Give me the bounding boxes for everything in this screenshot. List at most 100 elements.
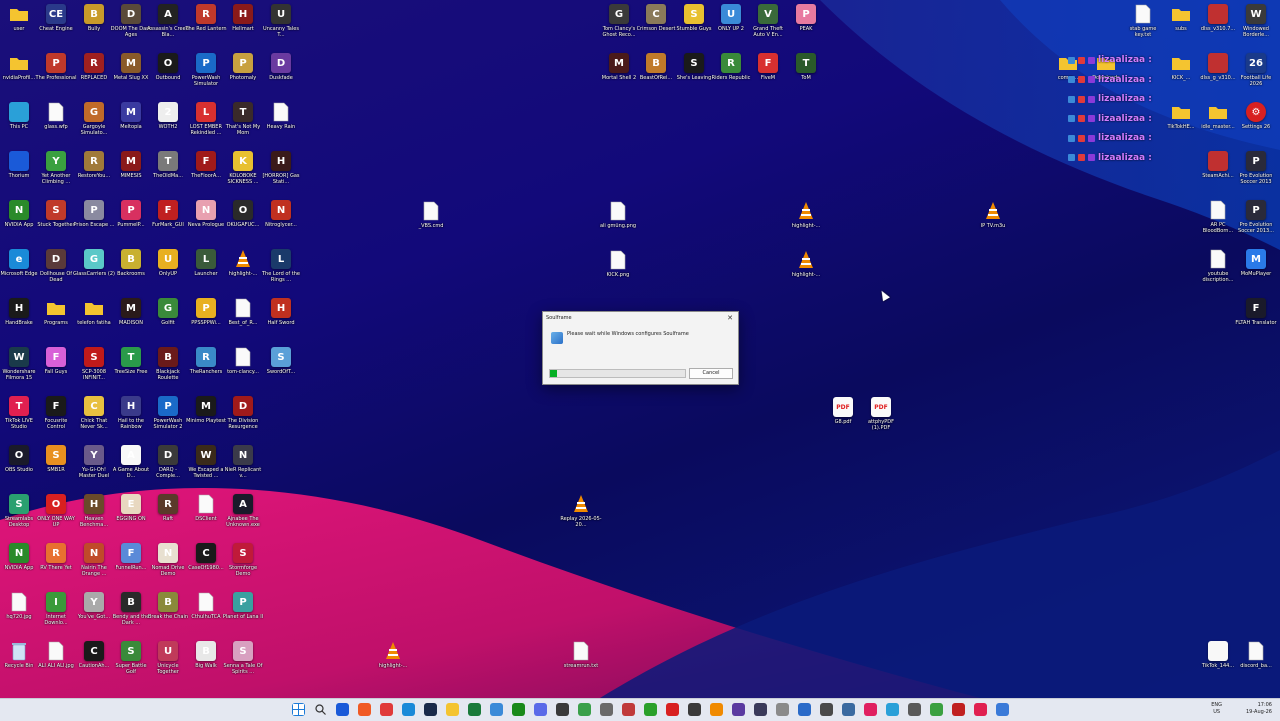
desktop-icon[interactable]: B BeastOfRei...: [637, 53, 675, 103]
desktop-icon[interactable]: Thorium: [0, 151, 38, 201]
installer-icon[interactable]: [996, 703, 1009, 716]
desktop-icon[interactable]: U Unicycle Together: [149, 641, 187, 691]
desktop-icon[interactable]: S Stormforge Demo: [224, 543, 262, 593]
desktop-icon[interactable]: N NieR Replicant v...: [224, 445, 262, 495]
desktop-icon[interactable]: CE Cheat Engine: [37, 4, 75, 54]
desktop-icon[interactable]: M Minimo Playtest: [186, 396, 226, 446]
desktop-icon[interactable]: W Wondershare Filmora 15: [0, 347, 38, 397]
desktop-icon[interactable]: C Chick That Never Sk...: [75, 396, 113, 446]
desktop-icon[interactable]: R RV There Yet: [37, 543, 75, 593]
desktop-icon[interactable]: R TheRanchers: [187, 347, 225, 397]
app-icon[interactable]: [600, 703, 613, 716]
desktop-icon[interactable]: subs: [1162, 4, 1200, 54]
desktop-icon[interactable]: L LOST EMBER Rekindled ...: [187, 102, 225, 152]
xbox-icon[interactable]: [512, 703, 525, 716]
desktop-icon[interactable]: highlight-...: [787, 201, 825, 251]
discord-icon[interactable]: [534, 703, 547, 716]
thorium-icon[interactable]: [336, 703, 349, 716]
close-icon[interactable]: ✕: [722, 312, 738, 324]
desktop-icon[interactable]: N Nairin The Orange ...: [75, 543, 113, 593]
desktop-icon[interactable]: S Super Battle Golf: [112, 641, 150, 691]
desktop-icon[interactable]: Y Yu-Gi-Oh! Master Duel: [75, 445, 113, 495]
desktop-icon[interactable]: DSClient: [187, 494, 225, 544]
desktop-icon[interactable]: highlight-...: [787, 250, 825, 300]
desktop-icon[interactable]: F Focusrite Control: [37, 396, 75, 446]
desktop-icon[interactable]: T ToM: [787, 53, 825, 103]
desktop-icon[interactable]: B Break the Chain: [148, 592, 188, 642]
desktop-icon[interactable]: P PowerWash Simulator 2: [149, 396, 187, 446]
app-icon[interactable]: [754, 703, 767, 716]
app-icon[interactable]: [908, 703, 921, 716]
desktop-icon[interactable]: Y You've_Got...: [75, 592, 113, 642]
desktop-icon[interactable]: T TheOldMa...: [149, 151, 187, 201]
desktop-icon[interactable]: F TheFloorA...: [187, 151, 225, 201]
desktop-icon[interactable]: U Uncanny Tales T...: [262, 4, 300, 54]
brave-icon[interactable]: [358, 703, 371, 716]
app-icon[interactable]: [886, 703, 899, 716]
desktop-icon[interactable]: A Assassin's Creed Bla...: [147, 4, 189, 54]
photos-icon[interactable]: [798, 703, 811, 716]
desktop-icon[interactable]: P The Professional: [36, 53, 76, 103]
app-icon[interactable]: [930, 703, 943, 716]
desktop-icon[interactable]: highlight-...: [224, 249, 262, 299]
desktop-icon[interactable]: D Dollhouse Of Dead: [37, 249, 75, 299]
desktop-icon[interactable]: H [HORROR] Gas Stati...: [262, 151, 300, 201]
desktop-icon[interactable]: H Heaven Benchma...: [75, 494, 113, 544]
desktop-icon[interactable]: F FurMark_GUI: [149, 200, 187, 250]
desktop-icon[interactable]: B Big Walk: [187, 641, 225, 691]
app-icon[interactable]: [952, 703, 965, 716]
desktop-icon[interactable]: K KOLOBOKE SICKNESS ...: [224, 151, 262, 201]
desktop-icon[interactable]: 26 Football Life 2026: [1237, 53, 1275, 103]
tiktok-icon[interactable]: [974, 703, 987, 716]
desktop-icon[interactable]: W We Escaped a Twisted ...: [187, 445, 225, 495]
app-icon[interactable]: [556, 703, 569, 716]
desktop-icon[interactable]: R Riders Republic: [712, 53, 750, 103]
desktop-icon[interactable]: R The Red Lantern: [185, 4, 227, 54]
desktop-icon[interactable]: M Mortal Shell 2: [600, 53, 638, 103]
desktop-icon[interactable]: D DARQ - Comple...: [149, 445, 187, 495]
desktop-icon[interactable]: P PEAK: [787, 4, 825, 54]
desktop-icon[interactable]: P Prison Escape ...: [74, 200, 114, 250]
desktop-icon[interactable]: Y Yet Another Climbing ...: [37, 151, 75, 201]
desktop-icon[interactable]: ALI ALI ALI.jpg: [37, 641, 75, 691]
desktop-icon[interactable]: CthulhuTCA: [187, 592, 225, 642]
vlc-icon[interactable]: [710, 703, 723, 716]
desktop-icon[interactable]: S Stuck Together: [37, 200, 75, 250]
app-icon[interactable]: [776, 703, 789, 716]
desktop-icon[interactable]: S She's Leaving: [675, 53, 713, 103]
language-indicator[interactable]: ENG US: [1211, 702, 1222, 716]
desktop-icon[interactable]: E EGGING ON: [112, 494, 150, 544]
desktop-icon[interactable]: C CautionAh...: [75, 641, 113, 691]
file-explorer-icon[interactable]: [446, 703, 459, 716]
desktop-icon[interactable]: This PC: [0, 102, 38, 152]
desktop-icon[interactable]: ⚙ Settings 26: [1237, 102, 1275, 152]
desktop-icon[interactable]: B Bully: [75, 4, 113, 54]
desktop-icon[interactable]: TikTok_144...: [1199, 641, 1237, 691]
desktop-icon[interactable]: highlight-...: [374, 641, 412, 691]
desktop-icon[interactable]: B Blackjack Roulette: [149, 347, 187, 397]
excel-icon[interactable]: [468, 703, 481, 716]
desktop-icon[interactable]: telefon fatiha: [75, 298, 113, 348]
desktop-icon[interactable]: PDF attphyPDF (1).PDF: [862, 397, 900, 447]
desktop-icon[interactable]: O OKUGAFUC...: [224, 200, 262, 250]
browser-icon[interactable]: [490, 703, 503, 716]
desktop-icon[interactable]: N NVIDIA App: [0, 200, 38, 250]
desktop-icon[interactable]: H HandBrake: [0, 298, 38, 348]
desktop-icon[interactable]: U ONLY UP 2: [712, 4, 750, 54]
desktop-icon[interactable]: S Stumble Guys: [675, 4, 713, 54]
steam-icon[interactable]: [424, 703, 437, 716]
desktop-icon[interactable]: Programs: [37, 298, 75, 348]
chrome-icon[interactable]: [578, 703, 591, 716]
desktop-icon[interactable]: ali gmüng.png: [599, 201, 637, 251]
desktop-icon[interactable]: P PPSSPPWi...: [187, 298, 225, 348]
desktop-icon[interactable]: G GlassCarriers (2): [73, 249, 115, 299]
desktop-icon[interactable]: N NVIDIA App: [0, 543, 38, 593]
clock[interactable]: 17:06 19-Aug-26: [1246, 702, 1272, 716]
desktop-icon[interactable]: S SMB1R: [37, 445, 75, 495]
desktop-icon[interactable]: P Pro Evolution Soccer 2013: [1237, 151, 1275, 201]
desktop-icon[interactable]: T TikTok LIVE Studio: [0, 396, 38, 446]
desktop-icon[interactable]: F FLTAH Translator: [1235, 298, 1277, 348]
desktop-icon[interactable]: Best_of_R...: [224, 298, 262, 348]
app-icon[interactable]: [688, 703, 701, 716]
desktop-icon[interactable]: P PowerWash Simulator: [187, 53, 225, 103]
